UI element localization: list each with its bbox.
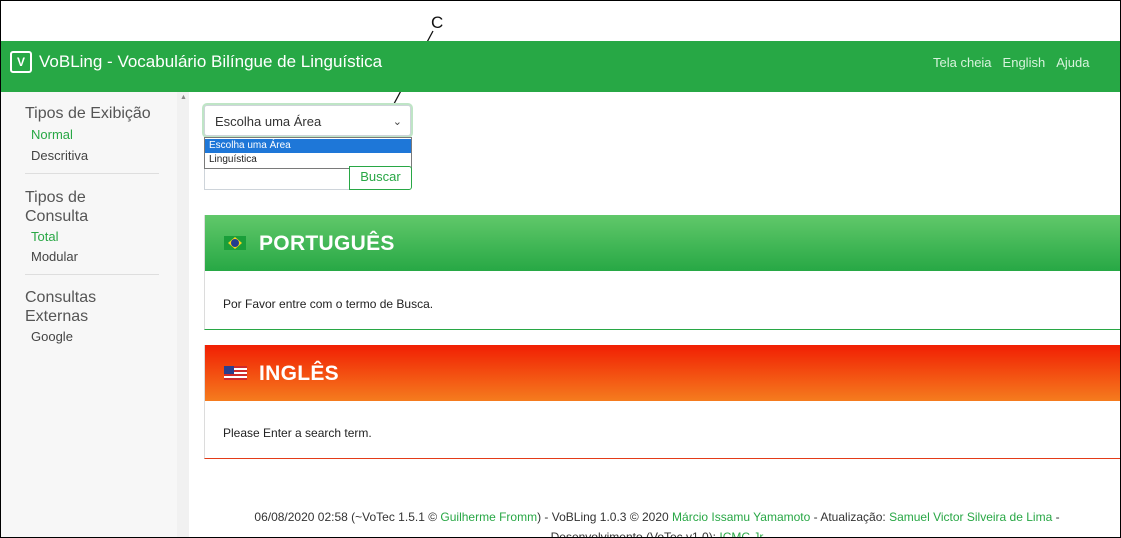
help-link[interactable]: Ajuda [1056, 55, 1089, 70]
area-option-escolha[interactable]: Escolha uma Área [205, 139, 411, 153]
fullscreen-link[interactable]: Tela cheia [933, 55, 992, 70]
search-input[interactable] [204, 169, 350, 190]
brazil-flag-icon [224, 236, 246, 250]
english-title: INGLÊS [259, 362, 339, 385]
english-link[interactable]: English [1003, 55, 1046, 70]
annotation-label: C [431, 13, 444, 32]
footer-link-samuel[interactable]: Samuel Victor Silveira de Lima [889, 510, 1052, 524]
search-button[interactable]: Buscar [349, 166, 412, 190]
nav-links: Tela cheia English Ajuda [933, 55, 1100, 70]
sidebar-divider [25, 173, 159, 174]
portuguese-card: PORTUGUÊS Por Favor entre com o termo de… [204, 215, 1120, 330]
us-flag-icon [224, 366, 247, 380]
vobling-logo-icon[interactable]: V [10, 51, 32, 73]
sidebar-item-normal[interactable]: Normal [31, 127, 73, 143]
footer-vobling: ) - VoBLing 1.0.3 © 2020 [537, 510, 669, 524]
portuguese-title: PORTUGUÊS [259, 232, 395, 255]
footer-update-label: - Atualização: [813, 510, 886, 524]
area-select-value: Escolha uma Área [215, 114, 322, 129]
sidebar-section-title: Tipos de [25, 189, 86, 206]
portuguese-card-header: PORTUGUÊS [205, 215, 1120, 271]
sidebar-section-title: Externas [25, 308, 89, 325]
footer-link-guilherme[interactable]: Guilherme Fromm [440, 510, 537, 524]
sidebar-section-title: Consulta [25, 208, 89, 225]
sidebar-section-title: Tipos de Exibição [25, 105, 151, 122]
footer: 06/08/2020 02:58 (~VoTec 1.5.1 © Guilher… [207, 507, 1107, 537]
area-dropdown-list: Escolha uma Área Linguística [204, 137, 412, 169]
sidebar-item-google[interactable]: Google [31, 329, 73, 345]
sidebar-item-modular[interactable]: Modular [31, 249, 78, 265]
screenshot-frame: C V VoBLing - Vocabulário Bilíngue de Li… [0, 0, 1121, 538]
portuguese-message: Por Favor entre com o termo de Busca. [223, 297, 434, 311]
sidebar-scrollbar[interactable] [177, 92, 189, 537]
footer-link-icmc[interactable]: ICMC Jr [719, 530, 763, 537]
sidebar-section-title: Consultas [25, 289, 97, 306]
sidebar-item-descritiva[interactable]: Descritiva [31, 148, 88, 164]
english-message: Please Enter a search term. [223, 426, 372, 440]
footer-link-marcio[interactable]: Márcio Issamu Yamamoto [672, 510, 810, 524]
sidebar-divider [25, 274, 159, 275]
english-card-header: INGLÊS [205, 345, 1120, 401]
footer-timestamp: 06/08/2020 02:58 [254, 510, 348, 524]
app-title[interactable]: VoBLing - Vocabulário Bilíngue de Linguí… [39, 51, 382, 73]
chevron-down-icon: ⌄ [392, 116, 402, 128]
english-card: INGLÊS Please Enter a search term. [204, 345, 1120, 459]
sidebar-item-total[interactable]: Total [31, 229, 58, 245]
footer-votec: (~VoTec 1.5.1 © [351, 510, 438, 524]
scroll-up-icon[interactable]: ▲ [180, 94, 187, 101]
area-option-linguistica[interactable]: Linguística [205, 153, 411, 167]
area-select[interactable]: Escolha uma Área ⌄ [204, 105, 411, 136]
